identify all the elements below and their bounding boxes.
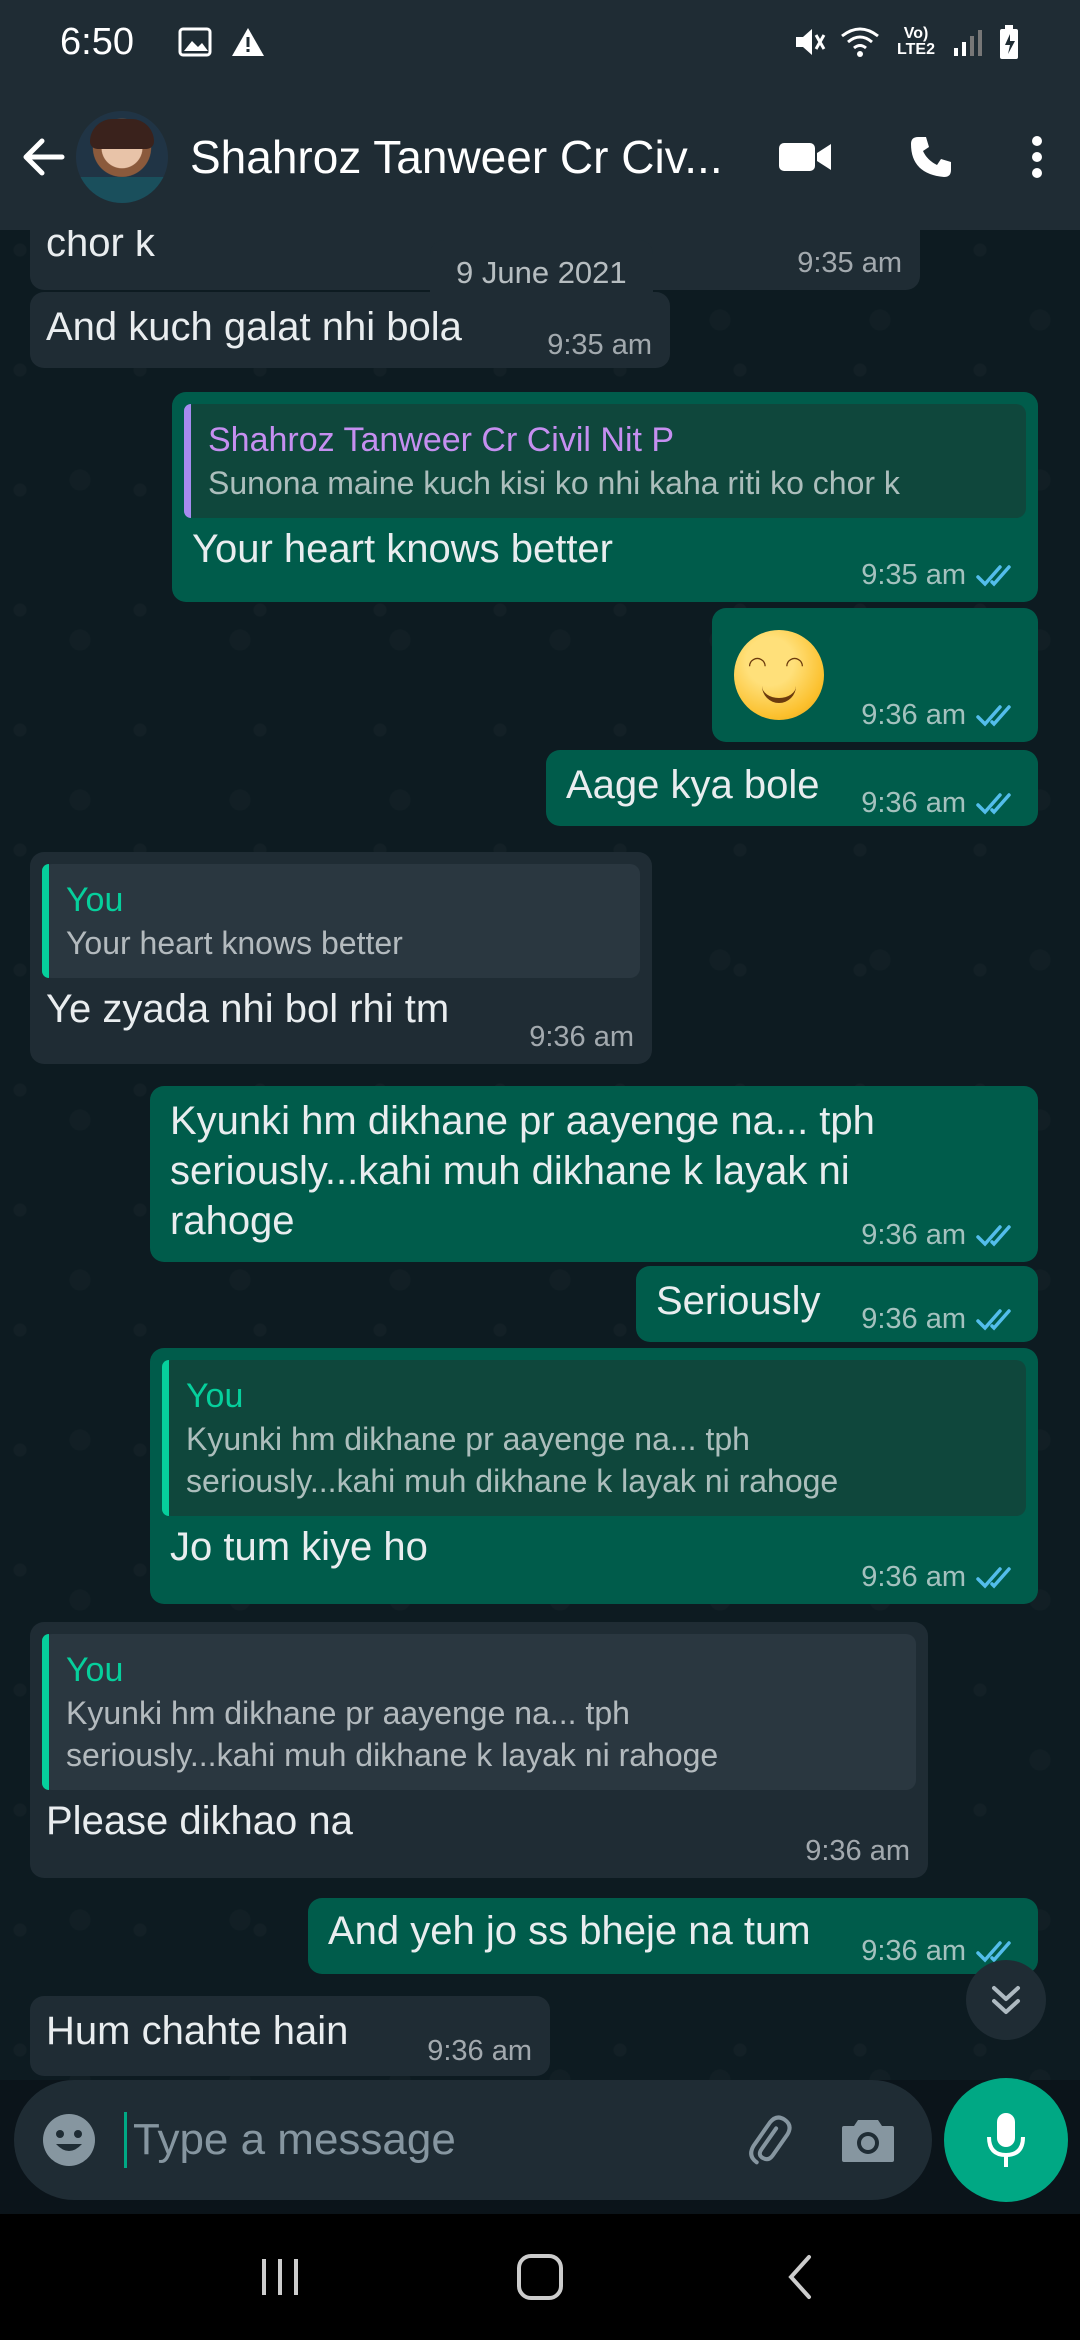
message-time: 9:35 am <box>547 329 652 361</box>
mute-icon <box>796 29 826 55</box>
message-time: 9:36 am <box>861 699 966 731</box>
video-call-button[interactable] <box>742 84 868 230</box>
quoted-message[interactable]: You Your heart knows better <box>42 864 640 978</box>
attach-icon <box>749 2115 792 2165</box>
emoji-button[interactable] <box>14 2112 124 2168</box>
mic-icon <box>987 2113 1025 2167</box>
emoji-icon <box>43 2114 95 2166</box>
quoted-message[interactable]: You Kyunki hm dikhane pr aayenge na... t… <box>162 1360 1026 1516</box>
message-text: Please dikhao na <box>46 1799 353 1843</box>
message-text: Kyunki hm dikhane pr aayenge na... tph s… <box>170 1099 875 1243</box>
video-call-icon <box>779 143 831 171</box>
home-icon <box>517 2254 563 2300</box>
wifi-icon <box>841 27 879 57</box>
message-time: 9:36 am <box>427 2035 532 2067</box>
message-incoming[interactable]: You Your heart knows better Ye zyada nhi… <box>30 852 652 1064</box>
quoted-author: You <box>66 881 124 919</box>
read-ticks-icon <box>976 792 1011 815</box>
more-options-button[interactable] <box>994 84 1080 230</box>
message-outgoing[interactable]: 9:36 am <box>712 608 1038 742</box>
scroll-to-bottom-button[interactable] <box>966 1960 1046 2040</box>
message-incoming[interactable]: And kuch galat nhi bola 9:35 am <box>30 292 670 368</box>
message-time: 9:36 am <box>861 1561 966 1593</box>
quoted-author: Shahroz Tanweer Cr Civil Nit P <box>208 421 675 459</box>
message-text: Aage kya bole <box>566 763 820 807</box>
chat-header: Shahroz Tanweer Cr Civ... <box>0 84 1080 230</box>
recents-icon <box>262 2259 298 2295</box>
message-time: 9:36 am <box>861 1935 966 1967</box>
home-button[interactable] <box>480 2214 600 2340</box>
avatar[interactable] <box>76 111 168 203</box>
contact-name[interactable]: Shahroz Tanweer Cr Civ... <box>190 130 730 184</box>
quoted-message[interactable]: Shahroz Tanweer Cr Civil Nit P Sunona ma… <box>184 404 1026 518</box>
message-outgoing[interactable]: You Kyunki hm dikhane pr aayenge na... t… <box>150 1348 1038 1604</box>
read-ticks-icon <box>976 704 1011 727</box>
more-vert-icon <box>1032 136 1042 178</box>
smiling-emoji <box>734 630 824 720</box>
message-time: 9:36 am <box>861 1219 966 1251</box>
message-text: Seriously <box>656 1279 821 1323</box>
quoted-author: You <box>66 1651 124 1689</box>
message-incoming[interactable]: Hum chahte hain 9:36 am <box>30 1996 550 2076</box>
quoted-text: Kyunki hm dikhane pr aayenge na... tph s… <box>186 1421 839 1499</box>
message-text: chor k <box>46 230 155 265</box>
quoted-text: Your heart knows better <box>66 925 403 961</box>
quoted-author: You <box>186 1377 244 1415</box>
message-time: 9:36 am <box>805 1835 910 1867</box>
camera-icon <box>842 2120 894 2162</box>
phone-icon <box>911 137 951 177</box>
back-button[interactable] <box>2 84 84 230</box>
message-text: And kuch galat nhi bola <box>46 305 462 349</box>
system-nav-bar <box>0 2214 1080 2340</box>
chevron-double-down-icon <box>992 1986 1020 2014</box>
quoted-text: Sunona maine kuch kisi ko nhi kaha riti … <box>208 465 900 501</box>
message-time: 9:36 am <box>861 787 966 819</box>
network-label: Vo) LTE2 <box>897 25 935 58</box>
status-bar: 6:50 Vo) LTE2 <box>0 0 1080 84</box>
status-time: 6:50 <box>60 20 134 63</box>
signal-icon <box>954 30 982 56</box>
camera-button[interactable] <box>818 2116 918 2164</box>
back-arrow-icon <box>23 138 65 176</box>
message-time: 9:36 am <box>861 1303 966 1335</box>
message-text: Hum chahte hain <box>46 2009 349 2053</box>
quoted-message[interactable]: You Kyunki hm dikhane pr aayenge na... t… <box>42 1634 916 1790</box>
message-time: 9:36 am <box>529 1021 634 1053</box>
message-incoming[interactable]: You Kyunki hm dikhane pr aayenge na... t… <box>30 1622 928 1878</box>
read-ticks-icon <box>976 1224 1011 1247</box>
message-outgoing[interactable]: Shahroz Tanweer Cr Civil Nit P Sunona ma… <box>172 392 1038 602</box>
message-text: And yeh jo ss bheje na tum <box>328 1909 811 1953</box>
voice-call-button[interactable] <box>868 84 994 230</box>
recents-button[interactable] <box>220 2214 340 2340</box>
gallery-icon <box>178 27 212 57</box>
nav-back-icon <box>788 2255 811 2299</box>
quoted-text: Kyunki hm dikhane pr aayenge na... tph s… <box>66 1695 719 1773</box>
message-outgoing[interactable]: Aage kya bole 9:36 am <box>546 750 1038 826</box>
message-outgoing[interactable]: Kyunki hm dikhane pr aayenge na... tph s… <box>150 1086 1038 1262</box>
read-ticks-icon <box>976 1566 1011 1589</box>
warning-icon <box>231 28 264 56</box>
message-list[interactable]: chor k 9:35 am 9 June 2021 And kuch gala… <box>0 230 1080 2080</box>
message-composer <box>14 2080 932 2200</box>
voice-record-button[interactable] <box>944 2078 1068 2202</box>
read-ticks-icon <box>976 1308 1011 1331</box>
attach-button[interactable] <box>718 2112 818 2168</box>
battery-icon <box>1000 25 1018 59</box>
message-input[interactable] <box>124 2112 718 2168</box>
message-outgoing[interactable]: Seriously 9:36 am <box>636 1266 1038 1342</box>
read-ticks-icon <box>976 564 1011 587</box>
message-time: 9:35 am <box>861 559 966 591</box>
message-time: 9:35 am <box>797 247 902 279</box>
nav-back-button[interactable] <box>740 2214 860 2340</box>
message-outgoing[interactable]: And yeh jo ss bheje na tum 9:36 am <box>308 1898 1038 1974</box>
